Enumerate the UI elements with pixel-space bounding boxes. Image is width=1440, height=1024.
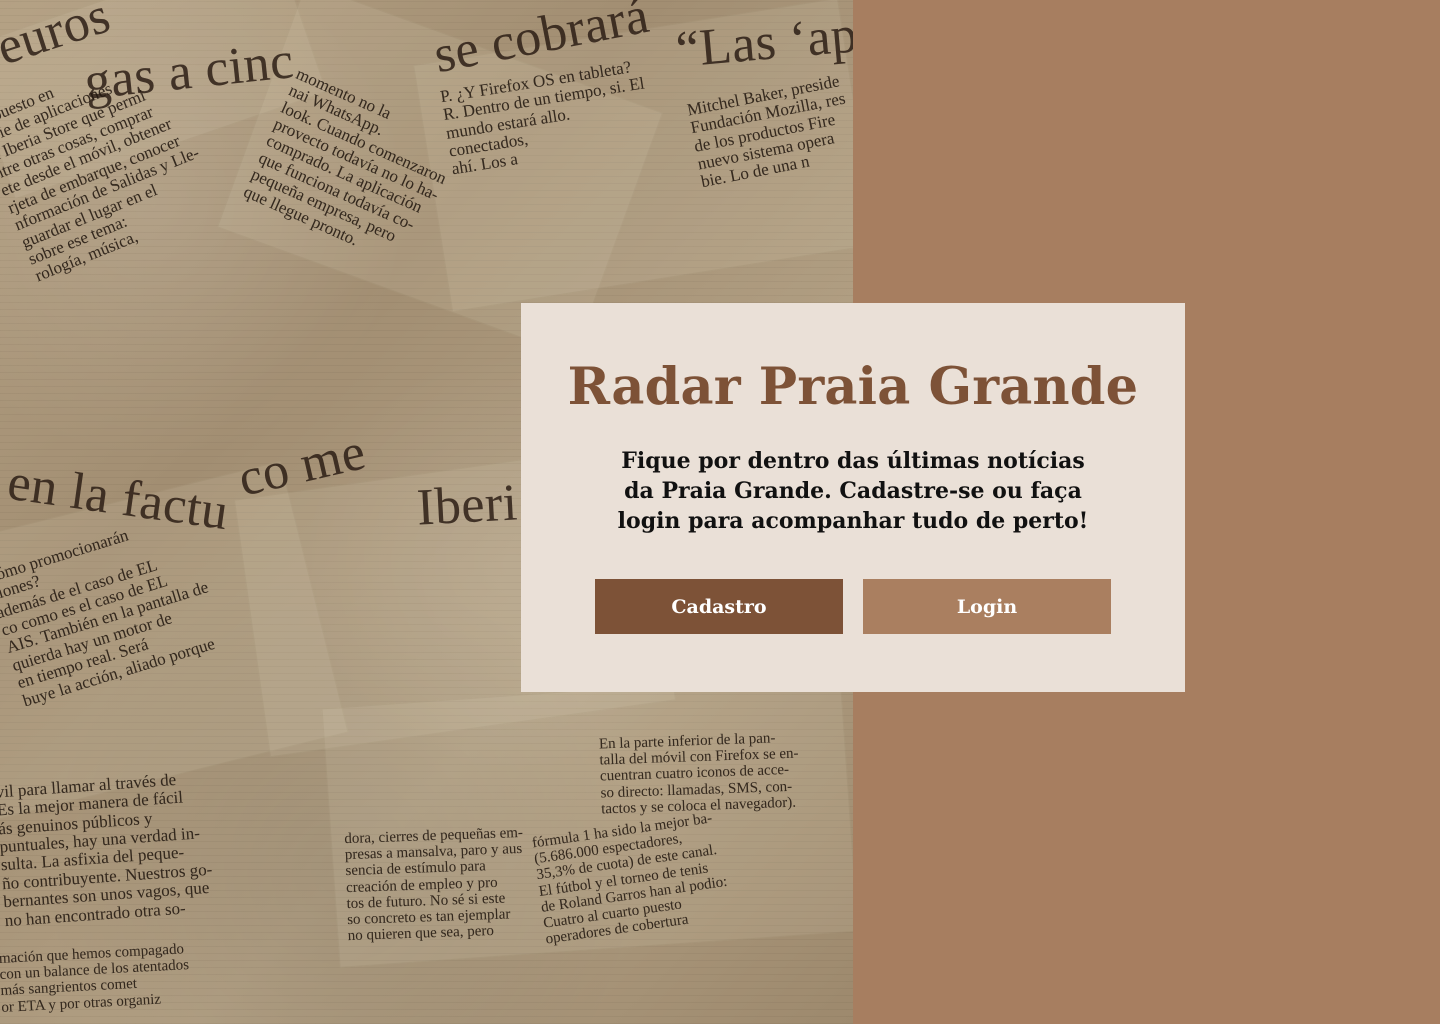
landing-page: euros gas a cinc se cobrará “Las ‘ap en … (0, 0, 1440, 1024)
page-title: Radar Praia Grande (567, 357, 1139, 417)
newspaper-column: vil para llamar al través de Es la mejor… (0, 769, 213, 930)
newspaper-column: En la parte inferior de la pan- talla de… (598, 730, 799, 818)
newspaper-column: dora, cierres de pequeñas em- presas a m… (344, 824, 524, 945)
login-button[interactable]: Login (863, 579, 1111, 634)
newspaper-headline: Iberi (415, 474, 520, 537)
signup-button[interactable]: Cadastro (595, 579, 843, 634)
newspaper-column: mación que hemos compagado con un balanc… (0, 941, 190, 1016)
welcome-description: Fique por dentro das últimas notícias da… (617, 448, 1089, 534)
welcome-card: Radar Praia Grande Fique por dentro das … (521, 303, 1185, 692)
